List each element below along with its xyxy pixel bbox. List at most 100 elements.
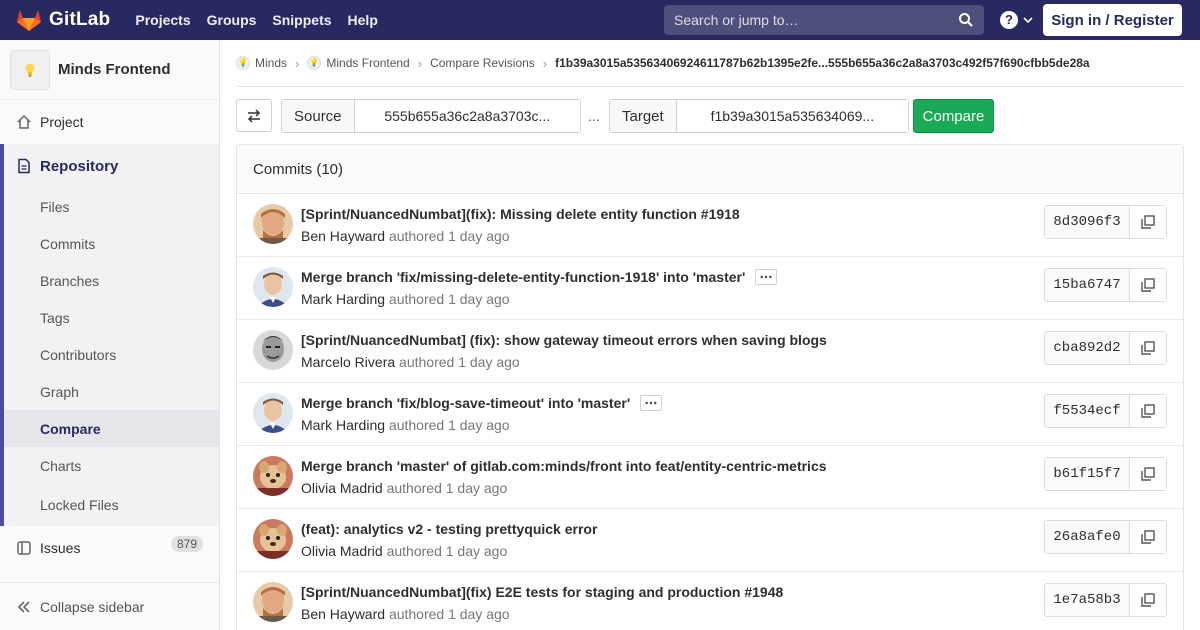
breadcrumb-item-compare-revisions[interactable]: Compare Revisions [430, 56, 535, 70]
commit-title-wrap: [Sprint/NuancedNumbat](fix): Missing del… [301, 206, 740, 222]
sidebar-subitem-commits[interactable]: Commits [4, 225, 219, 262]
nav-projects[interactable]: Projects [127, 0, 198, 40]
author-avatar[interactable] [253, 393, 293, 433]
copy-sha-button[interactable] [1130, 206, 1166, 238]
author-avatar[interactable] [253, 519, 293, 559]
commit-time: authored 1 day ago [386, 480, 508, 496]
nav-groups[interactable]: Groups [199, 0, 265, 40]
sidebar-subitem-locked-files[interactable]: Locked Files [4, 484, 219, 526]
commit-sha[interactable]: f5534ecf [1045, 395, 1130, 427]
commit-sha[interactable]: 1e7a58b3 [1045, 584, 1130, 616]
copy-sha-button[interactable] [1130, 395, 1166, 427]
sidebar-subitem-tags[interactable]: Tags [4, 299, 219, 336]
commit-sha-group: 26a8afe0 [1044, 520, 1167, 554]
avatar-image [253, 519, 293, 559]
copy-sha-button[interactable] [1130, 269, 1166, 301]
sidebar-item-project[interactable]: Project [0, 100, 219, 144]
commit-title-wrap: [Sprint/NuancedNumbat] (fix): show gatew… [301, 332, 827, 348]
sidebar-subitem-compare[interactable]: Compare [4, 410, 219, 447]
sidebar-subitem-graph[interactable]: Graph [4, 373, 219, 410]
compare-button[interactable]: Compare [913, 99, 994, 133]
avatar-image [253, 204, 293, 244]
toggle-description-button[interactable] [755, 269, 778, 285]
sidebar-subitem-files[interactable]: Files [4, 188, 219, 225]
nav-snippets[interactable]: Snippets [264, 0, 339, 40]
compare-separator: ... [588, 108, 600, 124]
commit-title[interactable]: [Sprint/NuancedNumbat] (fix): show gatew… [301, 332, 827, 348]
commit-sha[interactable]: cba892d2 [1045, 332, 1130, 364]
commit-time: authored 1 day ago [388, 417, 510, 433]
copy-sha-button[interactable] [1130, 332, 1166, 364]
commit-row: (feat): analytics v2 - testing prettyqui… [237, 509, 1183, 572]
avatar-image [253, 330, 293, 370]
commit-author[interactable]: Mark Harding [301, 417, 385, 433]
avatar-image [253, 393, 293, 433]
commit-sha[interactable]: b61f15f7 [1045, 458, 1130, 490]
sidebar-project-header[interactable]: Minds Frontend [0, 40, 219, 100]
commit-title[interactable]: Merge branch 'master' of gitlab.com:mind… [301, 458, 827, 474]
target-ref-selector[interactable]: Target f1b39a3015a535634069... [609, 99, 909, 133]
commit-sha-group: 15ba6747 [1044, 268, 1167, 302]
top-navbar: GitLab Projects Groups Snippets Help ? S… [0, 0, 1200, 40]
double-chevron-left-icon [17, 600, 30, 613]
commit-title[interactable]: [Sprint/NuancedNumbat](fix): Missing del… [301, 206, 740, 222]
search-box[interactable] [664, 5, 984, 35]
copy-sha-button[interactable] [1130, 584, 1166, 616]
commit-author[interactable]: Olivia Madrid [301, 543, 383, 559]
author-avatar[interactable] [253, 582, 293, 622]
toggle-description-button[interactable] [640, 395, 663, 411]
commit-author[interactable]: Olivia Madrid [301, 480, 383, 496]
sidebar-subitem-branches[interactable]: Branches [4, 262, 219, 299]
sidebar-item-repository[interactable]: Repository [4, 144, 219, 188]
breadcrumb-current[interactable]: f1b39a3015a53563406924611787b62b1395e2fe… [555, 56, 1089, 70]
sidebar-subitem-contributors[interactable]: Contributors [4, 336, 219, 373]
commit-time: authored 1 day ago [386, 543, 508, 559]
commit-sha[interactable]: 8d3096f3 [1045, 206, 1130, 238]
nav-help[interactable]: Help [340, 0, 386, 40]
project-avatar [10, 49, 50, 90]
sidebar-item-label: Project [40, 114, 84, 130]
tanuki-icon [17, 10, 41, 31]
copy-icon [1141, 530, 1155, 544]
copy-sha-button[interactable] [1130, 458, 1166, 490]
commit-title[interactable]: Merge branch 'fix/blog-save-timeout' int… [301, 395, 630, 411]
target-value[interactable]: f1b39a3015a535634069... [676, 100, 908, 132]
commit-row: [Sprint/NuancedNumbat](fix): Missing del… [237, 194, 1183, 257]
author-avatar[interactable] [253, 330, 293, 370]
breadcrumb-item-minds-frontend[interactable]: 💡 Minds Frontend [307, 56, 410, 70]
help-dropdown[interactable]: ? [1000, 11, 1033, 29]
copy-sha-button[interactable] [1130, 521, 1166, 553]
collapse-sidebar-button[interactable]: Collapse sidebar [0, 582, 219, 630]
breadcrumb-label: Minds [255, 56, 288, 70]
signin-register-button[interactable]: Sign in / Register [1043, 4, 1182, 36]
commit-author[interactable]: Ben Hayward [301, 228, 385, 244]
commit-row: Merge branch 'fix/missing-delete-entity-… [237, 257, 1183, 320]
commit-author[interactable]: Ben Hayward [301, 606, 385, 622]
sidebar-subitem-charts[interactable]: Charts [4, 447, 219, 484]
search-input[interactable] [664, 12, 954, 28]
breadcrumb-item-minds[interactable]: 💡 Minds [236, 56, 287, 70]
commit-title-wrap: Merge branch 'master' of gitlab.com:mind… [301, 458, 827, 474]
commit-author[interactable]: Mark Harding [301, 291, 385, 307]
commit-sha[interactable]: 15ba6747 [1045, 269, 1130, 301]
source-ref-selector[interactable]: Source 555b655a36c2a8a3703c... [281, 99, 581, 133]
swap-revisions-button[interactable] [236, 99, 272, 132]
commit-title[interactable]: Merge branch 'fix/missing-delete-entity-… [301, 269, 745, 285]
source-value[interactable]: 555b655a36c2a8a3703c... [354, 100, 580, 132]
gitlab-logo[interactable]: GitLab [16, 8, 110, 32]
commit-sha-group: b61f15f7 [1044, 457, 1167, 491]
author-avatar[interactable] [253, 267, 293, 307]
copy-icon [1141, 404, 1155, 418]
commit-author[interactable]: Marcelo Rivera [301, 354, 395, 370]
commit-sha[interactable]: 26a8afe0 [1045, 521, 1130, 553]
commit-meta: Mark Harding authored 1 day ago [301, 291, 510, 307]
author-avatar[interactable] [253, 456, 293, 496]
author-avatar[interactable] [253, 204, 293, 244]
commits-panel: Commits (10) [Sprint/NuancedNumbat](fix)… [236, 144, 1184, 630]
commit-title[interactable]: (feat): analytics v2 - testing prettyqui… [301, 521, 597, 537]
sidebar-item-issues[interactable]: Issues 879 [0, 526, 219, 570]
compare-bar: Source 555b655a36c2a8a3703c... ... Targe… [236, 99, 1184, 133]
commit-list: [Sprint/NuancedNumbat](fix): Missing del… [237, 194, 1183, 630]
issues-count-badge: 879 [170, 536, 203, 552]
commit-title[interactable]: [Sprint/NuancedNumbat](fix) E2E tests fo… [301, 584, 783, 600]
